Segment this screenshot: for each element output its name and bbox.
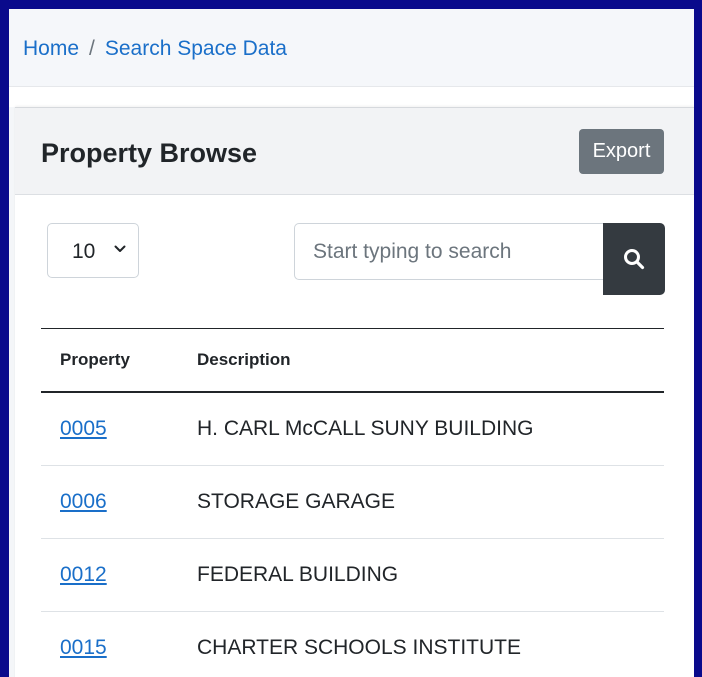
property-cell: 0012 (41, 538, 197, 612)
search-input[interactable] (294, 223, 604, 280)
property-link[interactable]: 0015 (60, 636, 107, 659)
table-header-row: Property Description (41, 328, 664, 393)
breadcrumb-home-link[interactable]: Home (23, 37, 79, 60)
search-icon (624, 249, 645, 270)
page-size-select[interactable]: 10 (47, 223, 139, 278)
property-table: Property Description 0005 H. CARL McCALL… (41, 328, 664, 677)
property-cell: 0006 (41, 465, 197, 539)
breadcrumb: Home / Search Space Data (23, 37, 287, 61)
breadcrumb-current-link[interactable]: Search Space Data (105, 37, 287, 60)
description-cell: CHARTER SCHOOLS INSTITUTE (197, 611, 664, 677)
breadcrumb-bar: Home / Search Space Data (9, 9, 694, 87)
page-size-value: 10 (72, 240, 96, 263)
description-cell: STORAGE GARAGE (197, 465, 664, 539)
table-row: 0015 CHARTER SCHOOLS INSTITUTE (41, 611, 664, 677)
property-browse-card: Property Browse Export 10 Property Descr… (15, 107, 694, 677)
export-button[interactable]: Export (579, 129, 664, 174)
table-row: 0006 STORAGE GARAGE (41, 465, 664, 539)
browser-frame: Home / Search Space Data Property Browse E… (0, 0, 702, 677)
content-gap (9, 87, 694, 107)
page-title: Property Browse (41, 138, 258, 168)
table-row: 0005 H. CARL McCALL SUNY BUILDING (41, 392, 664, 466)
description-cell: H. CARL McCALL SUNY BUILDING (197, 392, 664, 466)
table-row: 0012 FEDERAL BUILDING (41, 538, 664, 612)
property-cell: 0015 (41, 611, 197, 677)
card-header: Property Browse Export (15, 108, 694, 195)
property-link[interactable]: 0012 (60, 563, 107, 586)
search-button[interactable] (603, 223, 665, 295)
column-header-description[interactable]: Description (197, 328, 664, 393)
property-link[interactable]: 0006 (60, 490, 107, 513)
property-link[interactable]: 0005 (60, 417, 107, 440)
description-cell: FEDERAL BUILDING (197, 538, 664, 612)
property-cell: 0005 (41, 392, 197, 466)
chevron-down-icon (114, 245, 126, 252)
breadcrumb-separator: / (89, 37, 95, 60)
column-header-property[interactable]: Property (41, 328, 197, 393)
